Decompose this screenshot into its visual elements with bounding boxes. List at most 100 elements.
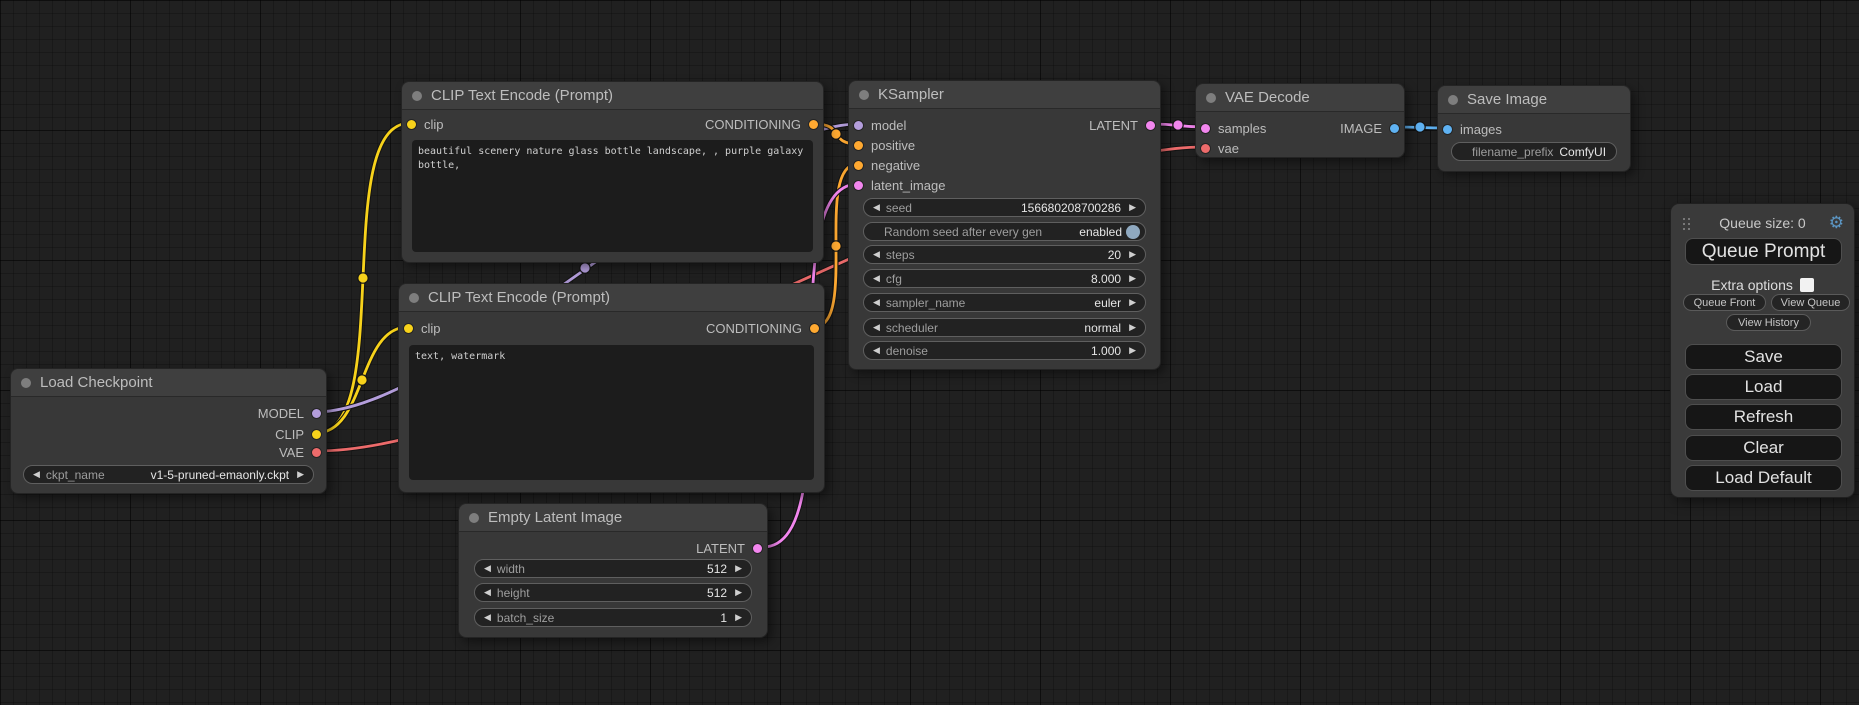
- increment-arrow-icon[interactable]: ▶: [1129, 202, 1136, 213]
- height-widget[interactable]: ◀ height 512 ▶: [474, 583, 752, 602]
- negative-prompt-textarea[interactable]: text, watermark: [409, 345, 814, 480]
- extra-options-checkbox[interactable]: [1800, 278, 1814, 292]
- random-seed-widget[interactable]: Random seed after every gen enabled: [863, 222, 1146, 241]
- increment-arrow-icon[interactable]: ▶: [1129, 297, 1136, 308]
- output-slot-conditioning[interactable]: CONDITIONING: [705, 115, 818, 133]
- decrement-arrow-icon[interactable]: ◀: [484, 563, 491, 574]
- output-slot-vae[interactable]: VAE: [279, 443, 321, 461]
- batch-size-widget[interactable]: ◀ batch_size 1 ▶: [474, 608, 752, 627]
- cfg-widget[interactable]: ◀ cfg 8.000 ▶: [863, 269, 1146, 288]
- sampler-name-widget[interactable]: ◀ sampler_name euler ▶: [863, 293, 1146, 312]
- vae-output-dot[interactable]: [312, 448, 321, 457]
- collapse-dot[interactable]: [21, 378, 31, 388]
- increment-arrow-icon[interactable]: ▶: [735, 587, 742, 598]
- latent-image-input-dot[interactable]: [854, 181, 863, 190]
- node-save-image[interactable]: Save Image images filename_prefix ComfyU…: [1437, 85, 1631, 172]
- node-clip-text-encode-negative[interactable]: CLIP Text Encode (Prompt) clip CONDITION…: [398, 283, 825, 493]
- queue-front-button[interactable]: Queue Front: [1683, 294, 1766, 311]
- collapse-dot[interactable]: [409, 293, 419, 303]
- vae-input-dot[interactable]: [1201, 144, 1210, 153]
- collapse-dot[interactable]: [1206, 93, 1216, 103]
- input-slot-clip[interactable]: clip: [407, 115, 444, 133]
- collapse-dot[interactable]: [859, 90, 869, 100]
- conditioning-output-dot[interactable]: [810, 324, 819, 333]
- clip-input-dot[interactable]: [404, 324, 413, 333]
- node-title-bar[interactable]: Empty Latent Image: [459, 504, 767, 532]
- output-slot-image[interactable]: IMAGE: [1340, 119, 1399, 137]
- clip-output-dot[interactable]: [312, 430, 321, 439]
- seed-widget[interactable]: ◀ seed 156680208700286 ▶: [863, 198, 1146, 217]
- input-slot-model[interactable]: model: [854, 116, 906, 134]
- model-output-dot[interactable]: [312, 409, 321, 418]
- comfyui-canvas[interactable]: { "colors": { "model": "#B39DDB", "clip"…: [0, 0, 1859, 705]
- load-default-button[interactable]: Load Default: [1685, 465, 1842, 491]
- steps-widget[interactable]: ◀ steps 20 ▶: [863, 245, 1146, 264]
- input-slot-samples[interactable]: samples: [1201, 119, 1266, 137]
- increment-arrow-icon[interactable]: ▶: [1129, 273, 1136, 284]
- load-button[interactable]: Load: [1685, 374, 1842, 400]
- latent-output-dot[interactable]: [1146, 121, 1155, 130]
- input-slot-negative[interactable]: negative: [854, 156, 920, 174]
- gear-icon[interactable]: ⚙: [1829, 213, 1844, 233]
- node-title-bar[interactable]: KSampler: [849, 81, 1160, 109]
- refresh-button[interactable]: Refresh: [1685, 404, 1842, 430]
- model-input-dot[interactable]: [854, 121, 863, 130]
- increment-arrow-icon[interactable]: ▶: [297, 469, 304, 480]
- decrement-arrow-icon[interactable]: ◀: [873, 322, 880, 333]
- scheduler-widget[interactable]: ◀ scheduler normal ▶: [863, 318, 1146, 337]
- conditioning-output-dot[interactable]: [809, 120, 818, 129]
- output-slot-model[interactable]: MODEL: [258, 404, 321, 422]
- increment-arrow-icon[interactable]: ▶: [1129, 249, 1136, 260]
- node-load-checkpoint[interactable]: Load Checkpoint MODEL CLIP VAE ◀ ckpt_na…: [10, 368, 327, 494]
- samples-input-dot[interactable]: [1201, 124, 1210, 133]
- decrement-arrow-icon[interactable]: ◀: [873, 345, 880, 356]
- output-slot-latent[interactable]: LATENT: [696, 539, 762, 557]
- queue-prompt-button[interactable]: Queue Prompt: [1685, 238, 1842, 265]
- latent-output-dot[interactable]: [753, 544, 762, 553]
- node-vae-decode[interactable]: VAE Decode samples vae IMAGE: [1195, 83, 1405, 158]
- denoise-widget[interactable]: ◀ denoise 1.000 ▶: [863, 341, 1146, 360]
- image-output-dot[interactable]: [1390, 124, 1399, 133]
- input-slot-latent-image[interactable]: latent_image: [854, 176, 945, 194]
- decrement-arrow-icon[interactable]: ◀: [873, 297, 880, 308]
- decrement-arrow-icon[interactable]: ◀: [873, 273, 880, 284]
- decrement-arrow-icon[interactable]: ◀: [873, 249, 880, 260]
- input-slot-positive[interactable]: positive: [854, 136, 915, 154]
- ckpt-name-widget[interactable]: ◀ ckpt_name v1-5-pruned-emaonly.ckpt ▶: [23, 465, 314, 484]
- positive-input-dot[interactable]: [854, 141, 863, 150]
- increment-arrow-icon[interactable]: ▶: [1129, 345, 1136, 356]
- input-slot-images[interactable]: images: [1443, 120, 1502, 138]
- clear-button[interactable]: Clear: [1685, 435, 1842, 461]
- view-queue-button[interactable]: View Queue: [1771, 294, 1850, 311]
- decrement-arrow-icon[interactable]: ◀: [873, 202, 880, 213]
- random-seed-toggle[interactable]: [1126, 225, 1140, 239]
- decrement-arrow-icon[interactable]: ◀: [484, 587, 491, 598]
- node-title-bar[interactable]: Load Checkpoint: [11, 369, 326, 397]
- increment-arrow-icon[interactable]: ▶: [1129, 322, 1136, 333]
- input-slot-clip[interactable]: clip: [404, 319, 441, 337]
- decrement-arrow-icon[interactable]: ◀: [484, 612, 491, 623]
- save-button[interactable]: Save: [1685, 344, 1842, 370]
- collapse-dot[interactable]: [1448, 95, 1458, 105]
- collapse-dot[interactable]: [412, 91, 422, 101]
- output-slot-clip[interactable]: CLIP: [275, 425, 321, 443]
- node-ksampler[interactable]: KSampler model positive negative latent_…: [848, 80, 1161, 370]
- node-title-bar[interactable]: CLIP Text Encode (Prompt): [402, 82, 823, 110]
- node-title-bar[interactable]: Save Image: [1438, 86, 1630, 114]
- images-input-dot[interactable]: [1443, 125, 1452, 134]
- positive-prompt-textarea[interactable]: beautiful scenery nature glass bottle la…: [412, 140, 813, 252]
- view-history-button[interactable]: View History: [1726, 314, 1811, 331]
- node-title-bar[interactable]: CLIP Text Encode (Prompt): [399, 284, 824, 312]
- decrement-arrow-icon[interactable]: ◀: [33, 469, 40, 480]
- filename-prefix-widget[interactable]: filename_prefix ComfyUI: [1451, 142, 1617, 161]
- node-clip-text-encode-positive[interactable]: CLIP Text Encode (Prompt) clip CONDITION…: [401, 81, 824, 263]
- increment-arrow-icon[interactable]: ▶: [735, 563, 742, 574]
- node-empty-latent-image[interactable]: Empty Latent Image LATENT ◀ width 512 ▶ …: [458, 503, 768, 638]
- node-title-bar[interactable]: VAE Decode: [1196, 84, 1404, 112]
- clip-input-dot[interactable]: [407, 120, 416, 129]
- output-slot-conditioning[interactable]: CONDITIONING: [706, 319, 819, 337]
- collapse-dot[interactable]: [469, 513, 479, 523]
- width-widget[interactable]: ◀ width 512 ▶: [474, 559, 752, 578]
- negative-input-dot[interactable]: [854, 161, 863, 170]
- output-slot-latent[interactable]: LATENT: [1089, 116, 1155, 134]
